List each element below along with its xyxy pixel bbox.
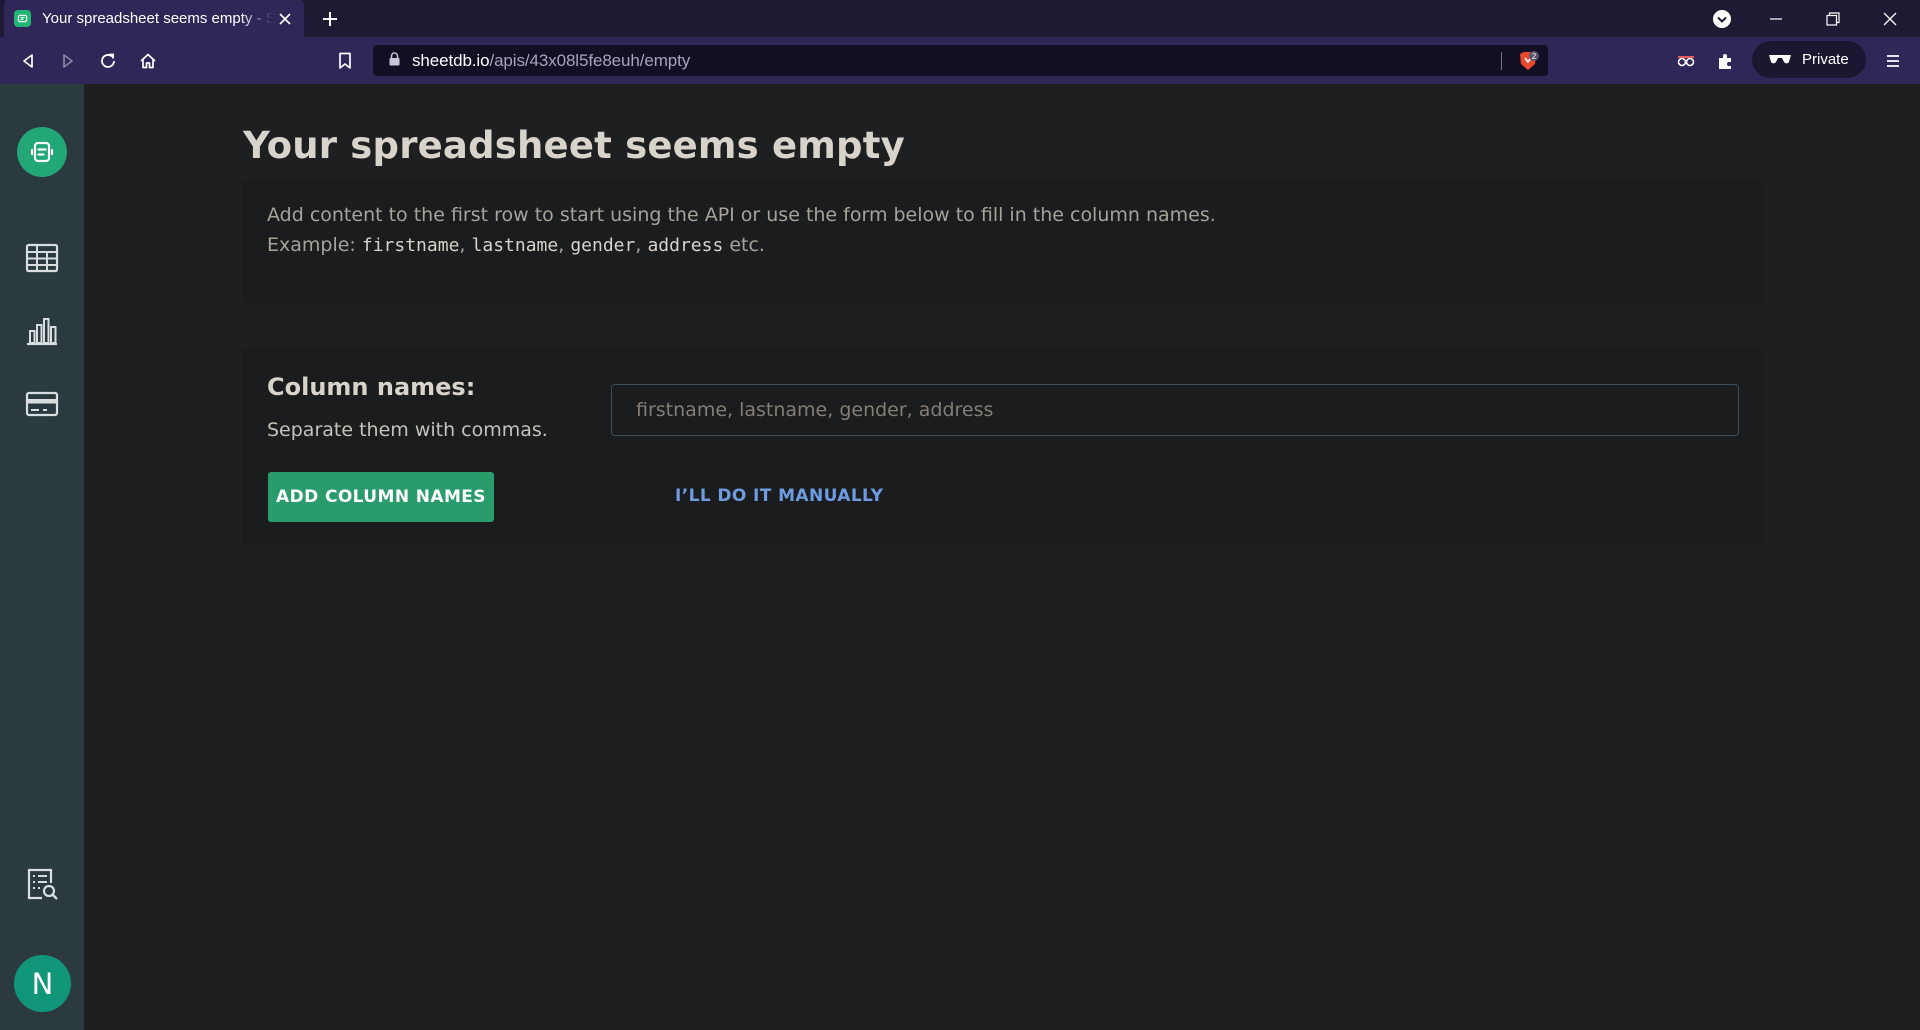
bar-chart-icon [26,316,58,350]
back-icon[interactable] [15,48,41,74]
browser-toolbar: sheetdb.io/apis/43x08l5fe8euh/empty 2 Pr… [0,37,1920,84]
info-example: Example: firstname, lastname, gender, ad… [267,234,765,256]
close-tab-icon[interactable] [276,10,294,28]
private-label: Private [1802,51,1849,68]
sidebar-item-stats[interactable] [24,315,60,351]
extensions-puzzle-icon[interactable] [1713,48,1739,74]
credit-card-icon [25,391,59,421]
column-names-form: Column names: Separate them with commas.… [242,348,1763,545]
example-field: lastname [471,235,559,256]
shield-count: 2 [1532,52,1537,61]
example-suffix: etc. [723,234,765,256]
document-search-icon [25,867,59,905]
private-window-badge[interactable]: Private [1752,41,1866,78]
column-names-help: Separate them with commas. [267,419,548,441]
info-description: Add content to the first row to start us… [267,204,1216,226]
app-sidebar: N [0,84,84,1030]
browser-tab-active[interactable]: Your spreadsheet seems empty - SheetDB [4,0,304,37]
example-field: gender [570,235,636,256]
reload-icon[interactable] [95,48,121,74]
new-tab-plus-icon[interactable] [318,7,342,31]
tab-title: Your spreadsheet seems empty - SheetDB [42,10,274,27]
reader-extension-icon[interactable] [1673,48,1699,74]
url-domain: sheetdb.io [412,50,490,70]
table-icon [25,243,59,277]
sidebar-item-sheets[interactable] [24,242,60,278]
close-window-icon[interactable] [1877,6,1903,32]
example-field: address [647,235,724,256]
browser-tabstrip: Your spreadsheet seems empty - SheetDB [0,0,1920,37]
example-prefix: Example: [267,234,362,256]
brave-shield-icon[interactable]: 2 [1517,50,1539,72]
user-avatar[interactable]: N [14,955,71,1012]
manual-link[interactable]: I’LL DO IT MANUALLY [675,471,883,521]
add-column-names-button[interactable]: ADD COLUMN NAMES [268,472,494,522]
main-content: Your spreadsheet seems empty Add content… [84,84,1920,1030]
home-icon[interactable] [135,48,161,74]
page-title: Your spreadsheet seems empty [243,124,905,167]
browser-menu-icon[interactable] [1880,48,1906,74]
restore-icon[interactable] [1820,6,1846,32]
sidebar-item-billing[interactable] [24,388,60,424]
minimize-icon[interactable] [1763,6,1789,32]
sheetdb-logo-icon[interactable] [17,127,67,177]
address-bar[interactable]: sheetdb.io/apis/43x08l5fe8euh/empty 2 [373,45,1548,76]
example-field: firstname [361,235,460,256]
url-divider [1501,52,1502,70]
sheetdb-favicon-icon [14,10,31,27]
tab-search-dropdown-icon[interactable] [1709,6,1735,32]
url-text: sheetdb.io/apis/43x08l5fe8euh/empty [412,51,690,71]
sidebar-item-logs[interactable] [24,868,60,904]
lock-icon [389,51,400,70]
column-names-label: Column names: [267,373,476,401]
info-card: Add content to the first row to start us… [242,179,1763,303]
url-path: /apis/43x08l5fe8euh/empty [489,50,691,70]
column-names-input[interactable] [611,384,1739,436]
private-glasses-icon [1768,50,1792,69]
forward-icon[interactable] [55,48,81,74]
bookmark-icon[interactable] [332,48,358,74]
